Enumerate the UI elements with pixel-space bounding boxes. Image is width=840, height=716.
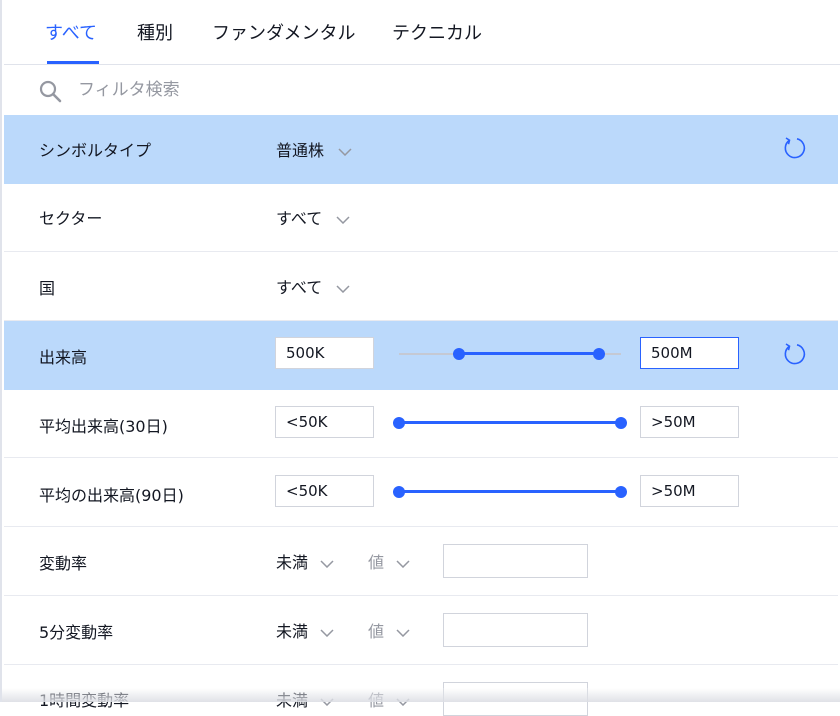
filter-label: シンボルタイプ [39,141,152,160]
dropdown-value: 未満 [276,622,309,641]
filter-label: 変動率 [39,554,88,573]
slider-max-handle[interactable] [615,417,627,429]
filter-label: セクター [39,209,103,228]
chevron-down-icon [338,147,352,156]
chevron-down-icon [336,215,350,224]
slider-min-handle[interactable] [393,417,405,429]
slider-fill [399,490,621,493]
change-5m-value-input[interactable] [443,613,588,647]
slider-max-handle[interactable] [615,486,627,498]
tab-all[interactable]: すべて [45,19,97,45]
slider-fill [458,352,599,355]
filter-search-input[interactable] [76,73,680,107]
dropdown-value: すべて [276,278,323,297]
filter-label: 平均の出来高(90日) [39,486,184,505]
filter-label: 5分変動率 [39,623,114,642]
filter-label: 国 [39,279,56,298]
avg-volume-90d-max-input[interactable] [640,475,739,507]
slider-max-handle[interactable] [592,348,605,360]
filter-label: 出来高 [39,348,88,367]
change-5m-condition-dropdown[interactable]: 未満 [276,618,334,642]
dropdown-value: すべて [276,209,323,228]
active-tab-indicator [47,61,99,64]
slider-fill [399,421,621,424]
change-5m-mode-dropdown[interactable]: 値 [368,618,410,642]
avg-volume-90d-range-slider[interactable] [393,484,627,500]
tab-fundamental[interactable]: ファンダメンタル [212,19,355,45]
slider-min-handle[interactable] [393,486,405,498]
dropdown-value: 値 [368,553,385,572]
filter-tabs: すべて 種別 ファンダメンタル テクニカル [4,0,840,65]
avg-volume-30d-max-input[interactable] [640,406,739,438]
avg-volume-90d-min-input[interactable] [275,475,374,507]
filter-row-symbol-type: シンボルタイプ 普通株 [4,115,838,184]
filter-row-volume: 出来高 [4,321,838,390]
reset-icon[interactable] [781,341,807,367]
chevron-down-icon [336,284,350,293]
filter-search [4,65,840,113]
sector-dropdown[interactable]: すべて [276,205,350,229]
screener-filters-panel: すべて 種別 ファンダメンタル テクニカル シンボルタイプ 普通株 セクター す… [0,0,840,716]
chevron-down-icon [320,628,334,637]
dropdown-value: 未満 [276,553,309,572]
reset-icon[interactable] [781,135,807,161]
scroll-fade [2,688,840,702]
tab-technical[interactable]: テクニカル [392,19,482,45]
tab-type[interactable]: 種別 [137,19,173,45]
filter-row-change-5m: 5分変動率 未満 値 [4,596,838,665]
filter-label: 平均出来高(30日) [39,417,168,436]
chevron-down-icon [320,559,334,568]
change-mode-dropdown[interactable]: 値 [368,549,410,573]
chevron-down-icon [396,559,410,568]
dropdown-value: 値 [368,622,385,641]
dropdown-value: 普通株 [276,141,325,160]
search-icon [39,80,62,103]
slider-min-handle[interactable] [452,348,465,360]
chevron-down-icon [396,628,410,637]
avg-volume-30d-range-slider[interactable] [393,415,627,431]
filter-row-avg-volume-30d: 平均出来高(30日) [4,389,838,458]
filter-row-country: 国 すべて [4,252,838,321]
filter-row-change: 変動率 未満 値 [4,527,838,596]
volume-max-input[interactable] [640,337,739,369]
change-value-input[interactable] [443,544,588,578]
filter-row-avg-volume-90d: 平均の出来高(90日) [4,458,838,527]
avg-volume-30d-min-input[interactable] [275,406,374,438]
country-dropdown[interactable]: すべて [276,274,350,298]
symbol-type-dropdown[interactable]: 普通株 [276,137,352,161]
change-condition-dropdown[interactable]: 未満 [276,549,334,573]
volume-range-slider[interactable] [399,346,621,362]
volume-min-input[interactable] [275,337,374,369]
filter-row-sector: セクター すべて [4,183,838,252]
